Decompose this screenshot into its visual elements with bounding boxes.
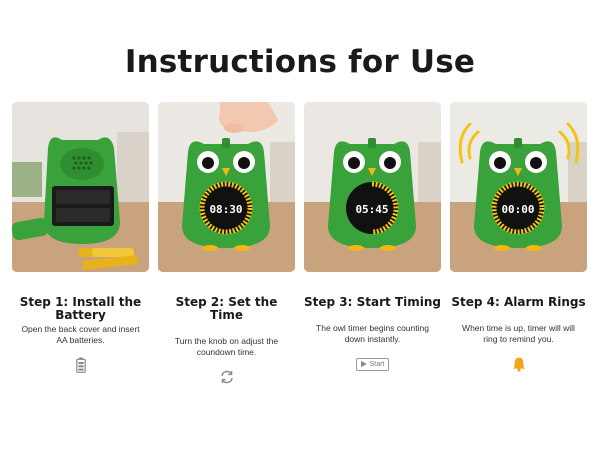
- step-1-description: Open the back cover and insert AA batter…: [21, 324, 140, 345]
- battery-icon: [12, 356, 149, 374]
- step-3-title: Step 3: Start Timing: [304, 295, 441, 309]
- refresh-icon: [158, 368, 295, 386]
- start-timing-photo: 05:45: [304, 102, 441, 272]
- battery-install-photo: [12, 102, 149, 272]
- step-2-description: Turn the knob on adjust the coundown tim…: [174, 336, 279, 357]
- step-4-display: 00:00: [501, 203, 534, 216]
- bell-icon: [450, 355, 587, 373]
- start-button[interactable]: Start: [355, 357, 390, 371]
- step-1: Step 1: Install the Battery Open the bac…: [12, 102, 149, 374]
- set-time-photo: 08:30: [158, 102, 295, 272]
- alarm-rings-photo: 00:00: [450, 102, 587, 272]
- step-4-description: When time is up, timer will will ring to…: [462, 323, 575, 344]
- step-2-title: Step 2: Set the Time: [175, 295, 278, 322]
- play-icon: [360, 361, 367, 367]
- step-2-display: 08:30: [209, 203, 242, 216]
- step-3-description: The owl timer begins counting down insta…: [316, 323, 429, 344]
- step-2: 08:30 Step 2: Set the Time Turn the knob…: [158, 102, 295, 386]
- step-4-title: Step 4: Alarm Rings: [451, 295, 586, 309]
- step-3-display: 05:45: [355, 203, 388, 216]
- step-1-title: Step 1: Install the Battery: [19, 295, 142, 322]
- page-title: Instructions for Use: [124, 44, 476, 80]
- step-4: 00:00 Step 4: Alarm Rings When time is u…: [450, 102, 587, 373]
- start-button-label: Start: [369, 360, 385, 368]
- step-3: 05:45 Step 3: Start Timing The owl timer…: [304, 102, 441, 373]
